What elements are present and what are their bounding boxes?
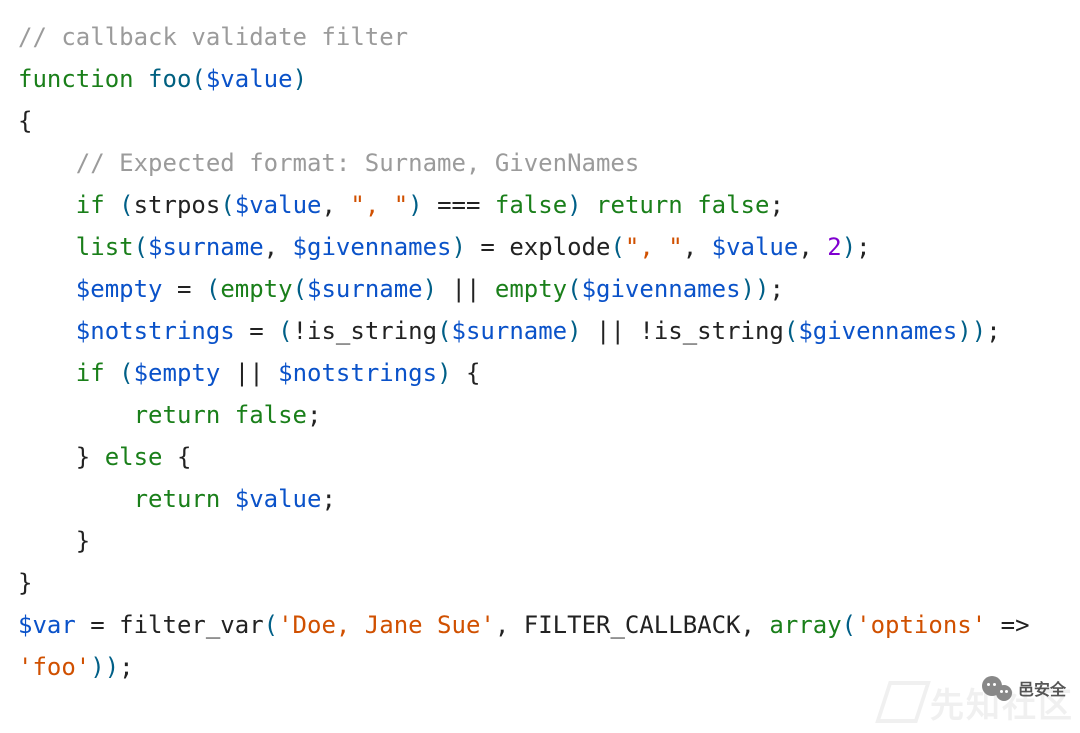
keyword-if: if <box>76 191 105 219</box>
const-false: false <box>697 191 769 219</box>
keyword-return: return <box>596 191 683 219</box>
var-value: $value <box>235 485 322 513</box>
comment: // Expected format: Surname, GivenNames <box>76 149 640 177</box>
var-notstrings: $notstrings <box>278 359 437 387</box>
string: ", " <box>350 191 408 219</box>
var-givennames: $givennames <box>582 275 741 303</box>
fn-strpos: strpos <box>134 191 221 219</box>
var-value: $value <box>206 65 293 93</box>
op-arrow: => <box>1001 611 1030 639</box>
string: 'Doe, Jane Sue' <box>278 611 495 639</box>
fn-is_string: is_string <box>307 317 437 345</box>
const-filter-callback: FILTER_CALLBACK <box>524 611 741 639</box>
op-or: || <box>596 317 625 345</box>
comment: // callback validate filter <box>18 23 408 51</box>
fn-list: list <box>76 233 134 261</box>
op-identical: === <box>437 191 480 219</box>
var-surname: $surname <box>148 233 264 261</box>
keyword-return: return <box>134 485 221 513</box>
keyword-return: return <box>134 401 221 429</box>
var-value: $value <box>235 191 322 219</box>
var-empty: $empty <box>76 275 163 303</box>
var-value: $value <box>712 233 799 261</box>
fn-filter_var: filter_var <box>119 611 264 639</box>
const-false: false <box>495 191 567 219</box>
const-false: false <box>235 401 307 429</box>
var-var: $var <box>18 611 76 639</box>
op-or: || <box>452 275 481 303</box>
string: ", " <box>625 233 683 261</box>
string: 'foo' <box>18 653 90 681</box>
var-givennames: $givennames <box>798 317 957 345</box>
fn-empty: empty <box>495 275 567 303</box>
string: 'options' <box>856 611 986 639</box>
keyword-function: function <box>18 65 134 93</box>
number: 2 <box>827 233 841 261</box>
var-empty: $empty <box>134 359 221 387</box>
code-block: // callback validate filter function foo… <box>0 0 1080 704</box>
keyword-if: if <box>76 359 105 387</box>
fn-array: array <box>769 611 841 639</box>
var-givennames: $givennames <box>293 233 452 261</box>
var-surname: $surname <box>452 317 568 345</box>
keyword-else: else <box>105 443 163 471</box>
func-foo: foo <box>148 65 191 93</box>
fn-explode: explode <box>509 233 610 261</box>
fn-is_string: is_string <box>654 317 784 345</box>
var-notstrings: $notstrings <box>76 317 235 345</box>
fn-empty: empty <box>220 275 292 303</box>
op-or: || <box>235 359 264 387</box>
var-surname: $surname <box>307 275 423 303</box>
